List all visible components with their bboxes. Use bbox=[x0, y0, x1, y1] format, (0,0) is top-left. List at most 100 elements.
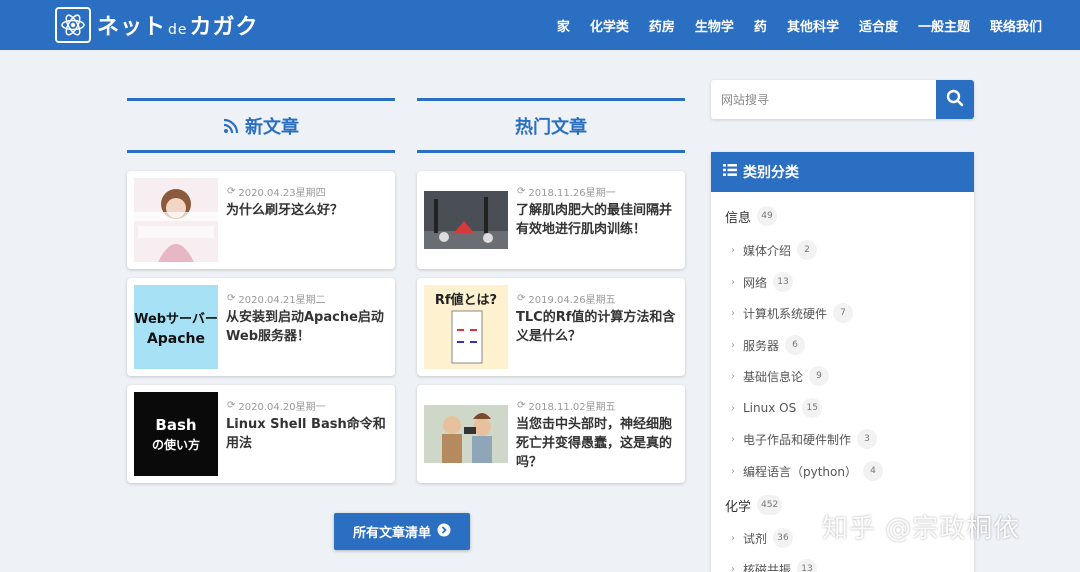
nav-biology[interactable]: 生物学 bbox=[695, 16, 734, 35]
search-icon bbox=[946, 89, 964, 111]
article-card[interactable]: ⟳ 2018.11.02星期五 当您击中头部时，神经细胞死亡并变得愚蠢，这是真的吗… bbox=[417, 385, 685, 483]
arrow-circle-right-icon bbox=[437, 523, 451, 541]
all-articles-label: 所有文章清单 bbox=[352, 526, 431, 541]
chevron-right-icon: › bbox=[731, 276, 735, 288]
search-button[interactable] bbox=[936, 80, 974, 119]
thumb-caption: Apache bbox=[146, 330, 206, 347]
atom-icon bbox=[55, 7, 91, 43]
article-date: ⟳ 2020.04.21星期二 bbox=[227, 293, 326, 306]
category-group-info[interactable]: 信息 49 bbox=[725, 206, 778, 226]
count-badge: 6 bbox=[785, 335, 806, 355]
category-label: 试剂 bbox=[743, 531, 768, 546]
category-label: 计算机系统硬件 bbox=[743, 306, 828, 321]
chevron-right-icon: › bbox=[731, 563, 735, 572]
article-card[interactable]: ⟳ 2020.04.23星期四 为什么刷牙这么好？ bbox=[127, 171, 395, 269]
count-badge: 49 bbox=[757, 206, 778, 226]
article-title[interactable]: 从安装到启动Apache启动Web服务器！ bbox=[226, 308, 389, 346]
nav-home[interactable]: 家 bbox=[557, 16, 570, 35]
thumb-caption: の使い方 bbox=[151, 437, 200, 452]
article-date: ⟳ 2019.04.26星期五 bbox=[517, 293, 616, 306]
category-label: Linux OS bbox=[743, 401, 797, 415]
nav-chemistry[interactable]: 化学类 bbox=[590, 16, 629, 35]
article-thumbnail bbox=[424, 191, 508, 249]
refresh-icon: ⟳ bbox=[227, 293, 236, 304]
new-articles-title: 新文章 bbox=[245, 116, 299, 138]
category-item[interactable]: › Linux OS 15 bbox=[731, 398, 823, 418]
category-label: 核磁共振 bbox=[743, 562, 792, 572]
category-label: 基础信息论 bbox=[743, 369, 804, 384]
category-item[interactable]: › 核磁共振 13 bbox=[731, 559, 818, 572]
category-item[interactable]: › 计算机系统硬件 7 bbox=[731, 303, 854, 323]
article-card[interactable]: Bash の使い方 ⟳ 2020.04.20星期一 Linux Shell Bas… bbox=[127, 385, 395, 483]
logo-text: ネット deカガク bbox=[97, 15, 259, 40]
watermark: 知乎 @宗政桐依 bbox=[822, 514, 1021, 544]
category-label: 电子作品和硬件制作 bbox=[743, 432, 852, 447]
article-thumbnail bbox=[424, 405, 508, 463]
nav-fitness[interactable]: 适合度 bbox=[859, 16, 898, 35]
refresh-icon: ⟳ bbox=[517, 186, 526, 197]
category-label: 服务器 bbox=[743, 338, 780, 353]
chevron-right-icon: › bbox=[731, 307, 735, 319]
article-thumbnail: Rf値とは? bbox=[424, 285, 508, 369]
category-item[interactable]: › 编程语言（python） 4 bbox=[731, 461, 883, 481]
article-title[interactable]: 当您击中头部时，神经细胞死亡并变得愚蠢，这是真的吗？ bbox=[516, 415, 679, 472]
refresh-icon: ⟳ bbox=[227, 400, 236, 411]
category-group-label: 化学 bbox=[725, 499, 752, 515]
count-badge: 9 bbox=[809, 366, 830, 386]
count-badge: 4 bbox=[862, 461, 883, 481]
article-thumbnail: Bash の使い方 bbox=[134, 392, 218, 476]
site-search bbox=[711, 80, 974, 119]
count-badge: 3 bbox=[857, 429, 878, 449]
article-thumbnail bbox=[134, 178, 218, 262]
chevron-right-icon: › bbox=[731, 433, 735, 445]
category-item[interactable]: › 基础信息论 9 bbox=[731, 366, 830, 386]
count-badge: 13 bbox=[797, 559, 818, 572]
article-title[interactable]: Linux Shell Bash命令和用法 bbox=[226, 415, 389, 453]
chevron-right-icon: › bbox=[731, 532, 735, 544]
nav-contact[interactable]: 联络我们 bbox=[990, 16, 1042, 35]
top-navbar: ネット deカガク 家 化学类 药房 生物学 药 其他科学 适合度 一般主题 联络… bbox=[0, 0, 1080, 50]
popular-articles-title: 热门文章 bbox=[515, 116, 587, 138]
chevron-right-icon: › bbox=[731, 465, 735, 477]
article-title[interactable]: 了解肌肉肥大的最佳间隔并有效地进行肌肉训练！ bbox=[516, 201, 679, 239]
nav-general[interactable]: 一般主题 bbox=[918, 16, 970, 35]
category-group-chemistry[interactable]: 化学 452 bbox=[725, 495, 783, 515]
refresh-icon: ⟳ bbox=[227, 186, 236, 197]
article-card[interactable]: ⟳ 2018.11.26星期一 了解肌肉肥大的最佳间隔并有效地进行肌肉训练！ bbox=[417, 171, 685, 269]
category-header: 类别分类 bbox=[711, 152, 974, 192]
thumb-caption: Bash bbox=[155, 415, 197, 434]
new-articles-heading: 新文章 bbox=[127, 98, 395, 153]
list-icon bbox=[723, 164, 737, 180]
article-card[interactable]: Rf値とは? ⟳ 2019.04.26星期五 TLC的Rf值的计算方法和含义是什么… bbox=[417, 278, 685, 376]
count-badge: 36 bbox=[773, 528, 794, 548]
category-label: 编程语言（python） bbox=[743, 464, 857, 479]
category-item[interactable]: › 试剂 36 bbox=[731, 528, 794, 548]
category-item[interactable]: › 服务器 6 bbox=[731, 335, 806, 355]
count-badge: 15 bbox=[802, 398, 823, 418]
chevron-right-icon: › bbox=[731, 402, 735, 414]
article-date: ⟳ 2020.04.20星期一 bbox=[227, 400, 326, 413]
article-thumbnail: Webサーバー Apache bbox=[134, 285, 218, 369]
category-item[interactable]: › 媒体介绍 2 bbox=[731, 240, 818, 260]
refresh-icon: ⟳ bbox=[517, 400, 526, 411]
article-card[interactable]: Webサーバー Apache ⟳ 2020.04.21星期二 从安装到启动Apac… bbox=[127, 278, 395, 376]
category-item[interactable]: › 网络 13 bbox=[731, 272, 794, 292]
rss-icon bbox=[223, 118, 239, 134]
category-item[interactable]: › 电子作品和硬件制作 3 bbox=[731, 429, 878, 449]
main-nav: 家 化学类 药房 生物学 药 其他科学 适合度 一般主题 联络我们 bbox=[557, 0, 1042, 50]
article-title[interactable]: 为什么刷牙这么好？ bbox=[226, 201, 389, 220]
category-label: 媒体介绍 bbox=[743, 243, 792, 258]
search-input[interactable] bbox=[711, 80, 936, 119]
count-badge: 2 bbox=[797, 240, 818, 260]
all-articles-button[interactable]: 所有文章清单 bbox=[334, 513, 470, 550]
site-logo[interactable]: ネット deカガク bbox=[55, 6, 259, 44]
nav-other-science[interactable]: 其他科学 bbox=[787, 16, 839, 35]
popular-articles-heading: 热门文章 bbox=[417, 98, 685, 153]
article-title[interactable]: TLC的Rf值的计算方法和含义是什么？ bbox=[516, 308, 679, 346]
nav-medicine[interactable]: 药 bbox=[754, 16, 767, 35]
count-badge: 7 bbox=[833, 303, 854, 323]
category-label: 网络 bbox=[743, 275, 768, 290]
nav-pharmacy[interactable]: 药房 bbox=[649, 16, 675, 35]
article-date: ⟳ 2018.11.02星期五 bbox=[517, 400, 616, 413]
chevron-right-icon: › bbox=[731, 370, 735, 382]
